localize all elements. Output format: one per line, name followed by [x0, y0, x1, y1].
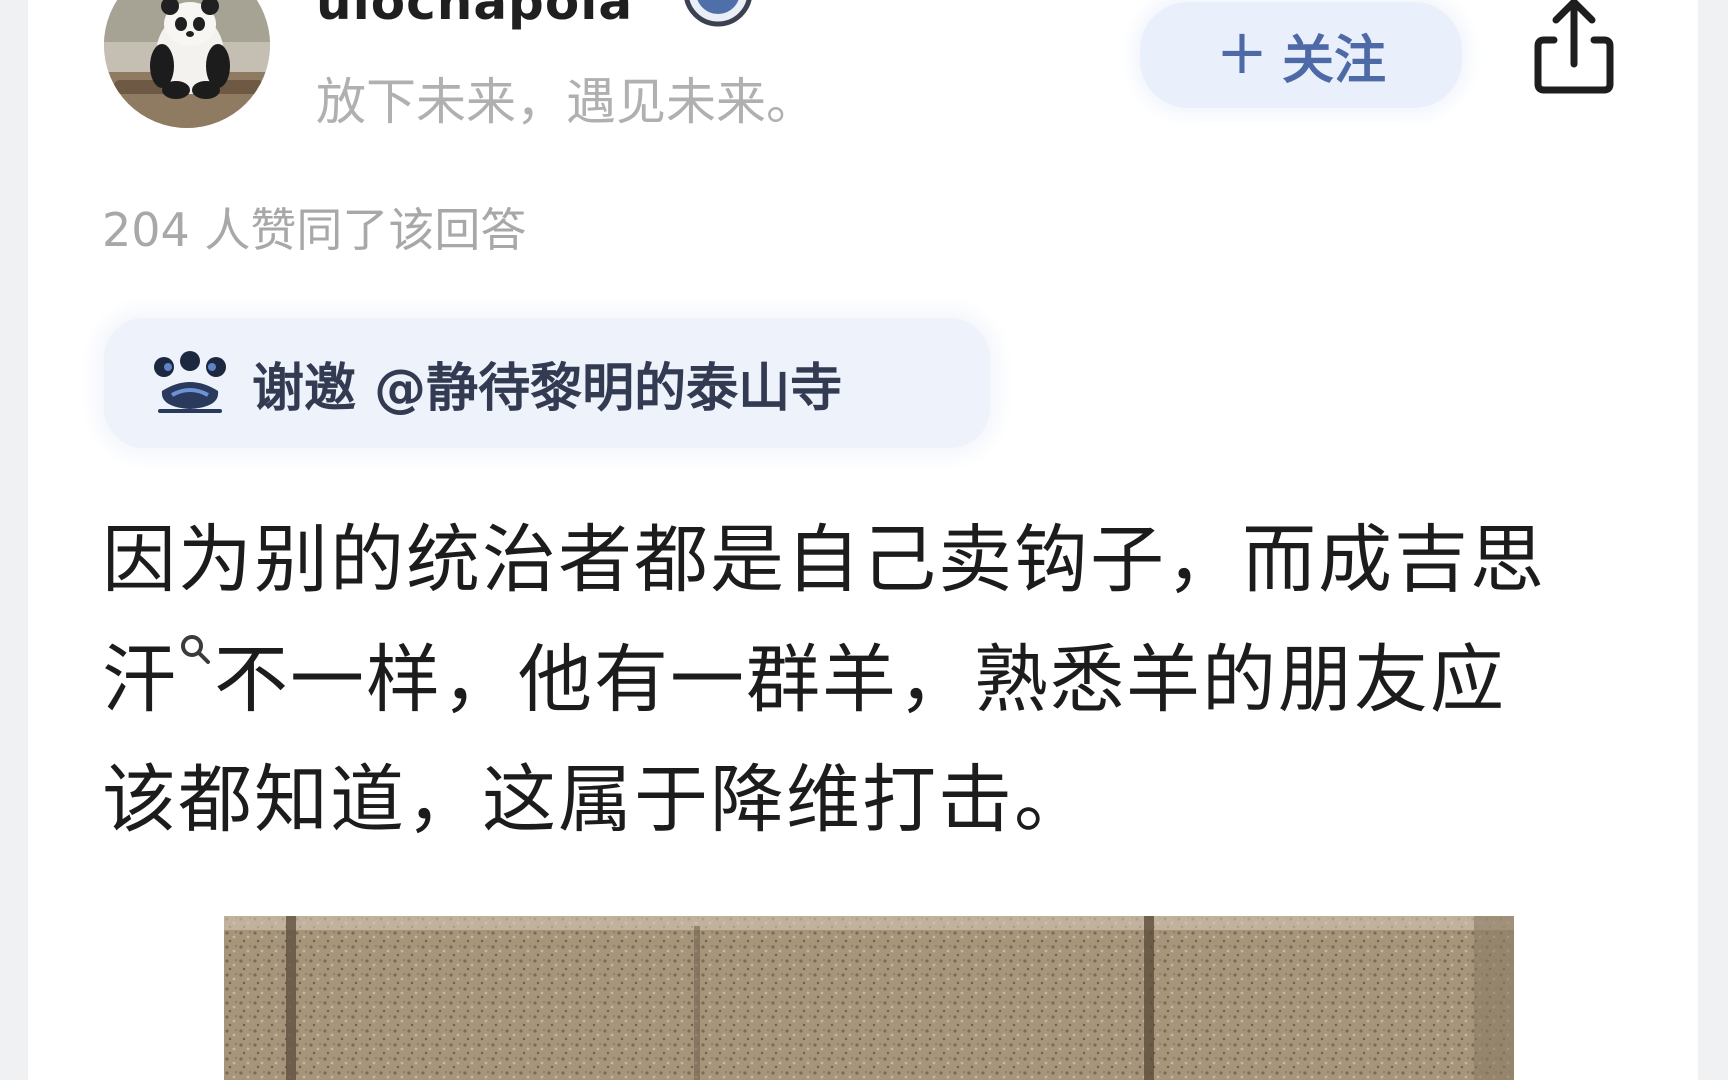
verified-badge-icon: [684, 0, 752, 27]
answer-line-2-rest: 不一样，他有一群羊，熟悉羊的朋友应: [214, 637, 1506, 723]
answer-line-3: 该都知道，这属于降维打击。: [102, 757, 1090, 843]
plus-icon: +: [1216, 15, 1268, 88]
share-icon[interactable]: [1524, 0, 1624, 100]
search-keyword[interactable]: 汗: [102, 637, 178, 723]
screen: ulochapola 放下未来，遇见未来。 + 关注 204 人赞同了该回答 谢…: [0, 0, 1728, 1080]
answer-line-1: 因为别的统治者都是自己卖钩子，而成吉思: [102, 517, 1546, 603]
invitation-chip[interactable]: 谢邀 @静待黎明的泰山寺: [104, 318, 990, 448]
answer-body: 因为别的统治者都是自己卖钩子，而成吉思 汗不一样，他有一群羊，熟悉羊的朋友应 该…: [102, 500, 1662, 860]
answer-image[interactable]: [224, 916, 1514, 1080]
invite-icon: [154, 351, 226, 413]
author-signature: 放下未来，遇见未来。: [316, 73, 816, 131]
answer-line-2: 汗不一样，他有一群羊，熟悉羊的朋友应: [102, 620, 1662, 740]
invitation-text: 谢邀 @静待黎明的泰山寺: [252, 358, 843, 419]
panda-avatar-image: [104, 0, 270, 128]
search-hint-icon[interactable]: [178, 634, 214, 670]
approval-count: 204 人赞同了该回答: [102, 203, 527, 257]
follow-button-label: 关注: [1281, 30, 1386, 91]
author-avatar[interactable]: [104, 0, 270, 128]
answer-card: ulochapola 放下未来，遇见未来。 + 关注 204 人赞同了该回答 谢…: [28, 0, 1698, 1080]
author-name[interactable]: ulochapola: [316, 0, 633, 32]
follow-button[interactable]: + 关注: [1140, 2, 1462, 108]
